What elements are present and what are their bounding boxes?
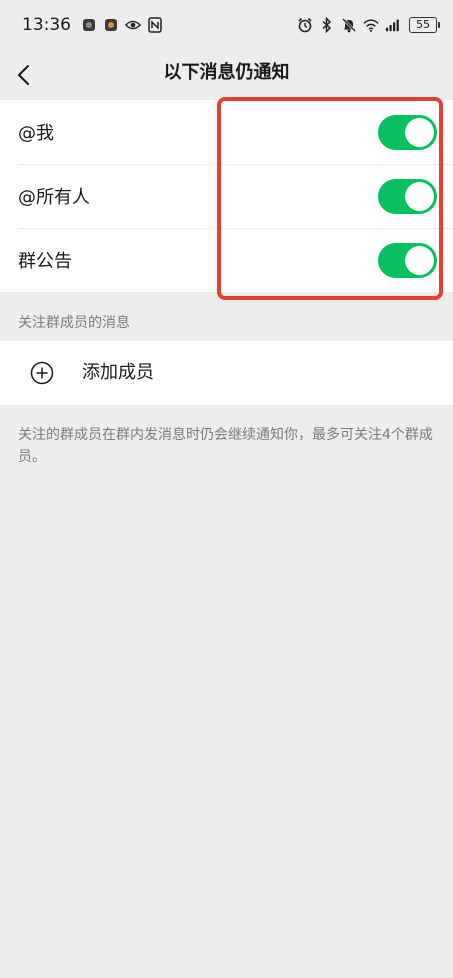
- toggle-row-group-notice: 群公告: [0, 228, 453, 292]
- footer-note: 关注的群成员在群内发消息时仍会继续通知你，最多可关注4个群成员。: [18, 427, 433, 465]
- mention-me-switch[interactable]: [378, 115, 437, 150]
- toggle-row-mention-me: @我: [0, 100, 453, 164]
- plus-circle-icon: [30, 361, 54, 385]
- switch-knob: [405, 182, 434, 211]
- notification-settings-list: @我 @所有人 群公告: [0, 100, 453, 292]
- eye-icon: [125, 17, 141, 33]
- nfc-icon: [147, 17, 163, 33]
- add-member-label: 添加成员: [82, 362, 154, 383]
- battery-icon: 55: [409, 17, 440, 33]
- row-label: @我: [18, 123, 54, 144]
- nav-bar: 以下消息仍通知: [0, 50, 453, 100]
- page-title: 以下消息仍通知: [163, 62, 290, 83]
- status-left: 13:36: [22, 15, 163, 35]
- mention-all-switch[interactable]: [378, 179, 437, 214]
- switch-knob: [405, 246, 434, 275]
- wifi-icon: [363, 17, 379, 33]
- toggle-row-mention-all: @所有人: [0, 164, 453, 228]
- bluetooth-icon: [319, 17, 335, 33]
- add-member-button[interactable]: 添加成员: [0, 341, 453, 405]
- mute-icon: [341, 17, 357, 33]
- row-label: 群公告: [18, 251, 72, 272]
- app-icon: [103, 17, 119, 33]
- section-header: 关注群成员的消息: [18, 315, 130, 331]
- app-icon: [81, 17, 97, 33]
- status-time: 13:36: [22, 15, 71, 35]
- status-right: 55: [297, 17, 440, 33]
- signal-icon: [385, 17, 401, 33]
- switch-knob: [405, 118, 434, 147]
- group-notice-switch[interactable]: [378, 243, 437, 278]
- status-bar: 13:36 55: [0, 0, 453, 50]
- alarm-icon: [297, 17, 313, 33]
- row-label: @所有人: [18, 187, 90, 208]
